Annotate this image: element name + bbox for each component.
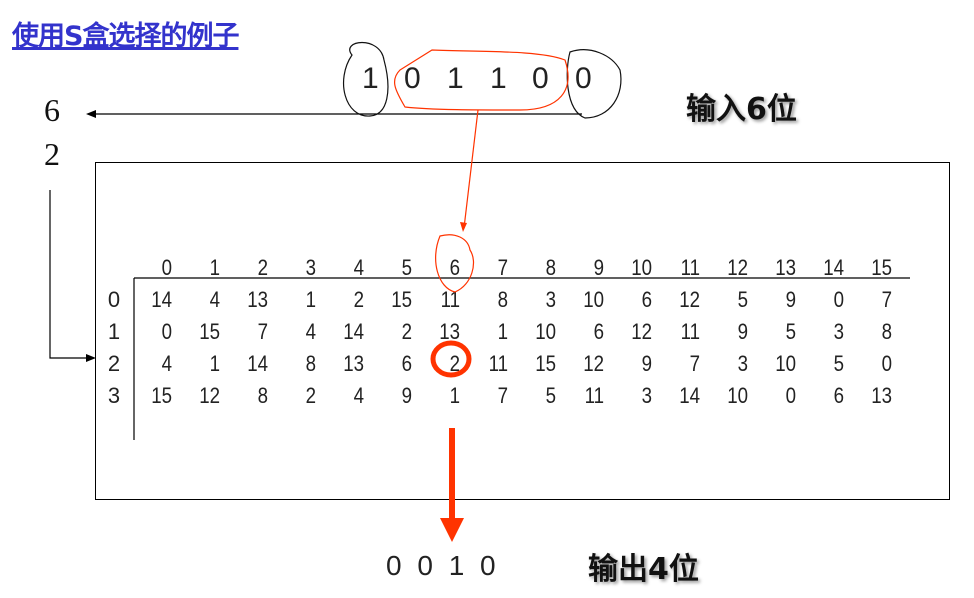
annotations bbox=[49, 41, 910, 542]
arrow-head-icon bbox=[86, 354, 96, 362]
hand-circle-middle-bits bbox=[393, 49, 569, 111]
hand-circle-last-bit bbox=[566, 49, 622, 119]
hand-circle-first-bit bbox=[343, 41, 389, 117]
hand-circle-column-6 bbox=[435, 234, 475, 293]
arrow-down-icon bbox=[440, 518, 464, 542]
row-arrow bbox=[49, 190, 92, 359]
arrow-head-icon bbox=[86, 110, 96, 118]
arrow-head-icon bbox=[460, 222, 467, 232]
middle-bits-arrow bbox=[463, 109, 479, 229]
highlight-circle bbox=[430, 340, 472, 378]
